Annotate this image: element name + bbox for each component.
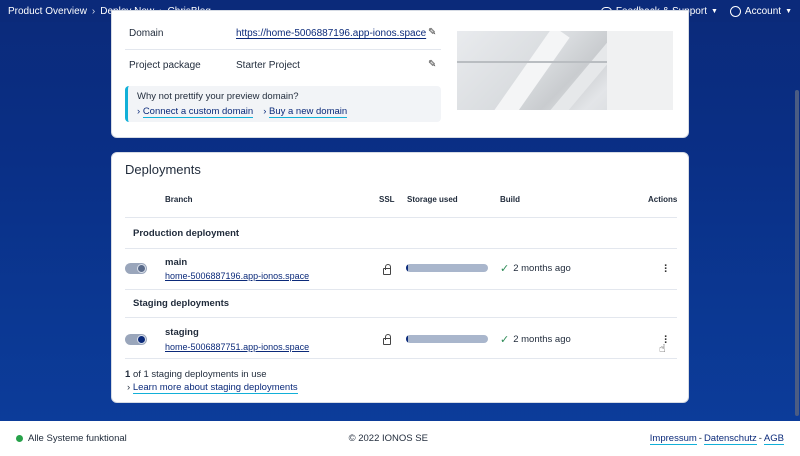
staging-deployments-heading: Staging deployments — [133, 298, 230, 309]
ssl-lock-icon — [383, 334, 391, 345]
column-header-actions: Actions — [648, 195, 678, 204]
deployments-title: Deployments — [125, 162, 201, 177]
footer-bar: Alle Systeme funktional © 2022 IONOS SE … — [0, 421, 800, 456]
breadcrumb-product-overview[interactable]: Product Overview — [8, 6, 87, 17]
row-actions-menu-main[interactable]: · · · — [663, 261, 669, 278]
project-package-label: Project package — [129, 60, 201, 71]
branch-url-staging[interactable]: home-5006887751.app-ionos.space — [165, 342, 309, 352]
branch-url-main[interactable]: home-5006887196.app-ionos.space — [165, 271, 309, 281]
connect-domain-link[interactable]: › Connect a custom domain — [137, 106, 254, 118]
checkmark-icon: ✓ — [500, 263, 510, 275]
chevron-down-icon: ▼ — [710, 7, 718, 15]
deployment-toggle-staging[interactable] — [125, 334, 147, 345]
edit-package-pencil-icon[interactable]: ✎ — [428, 59, 436, 70]
production-deployment-heading: Production deployment — [133, 228, 240, 239]
build-time-main: 2 months ago — [513, 263, 571, 274]
system-status-text: Alle Systeme funktional — [28, 433, 127, 444]
build-time-staging: 2 months ago — [513, 334, 571, 345]
branch-name-staging: staging — [165, 327, 199, 338]
column-header-storage: Storage used — [407, 195, 458, 204]
page-scrollbar[interactable] — [795, 90, 799, 416]
impressum-link[interactable]: Impressum — [649, 433, 697, 445]
branch-name-main: main — [165, 257, 188, 268]
system-status: Alle Systeme funktional — [16, 433, 127, 444]
divider — [125, 49, 441, 50]
project-preview-image — [457, 31, 673, 110]
column-header-build: Build — [500, 195, 520, 204]
promo-title: Why not prettify your preview domain? — [137, 91, 299, 102]
account-label: Account — [744, 5, 782, 17]
legal-links: Impressum - Datenschutz - AGB — [649, 432, 784, 445]
domain-label: Domain — [129, 28, 164, 39]
learn-more-staging-link[interactable]: › Learn more about staging deployments — [127, 382, 298, 394]
copyright-text: © 2022 IONOS SE — [348, 433, 428, 444]
ssl-lock-icon — [383, 264, 391, 275]
hand-cursor-icon: ☝ — [659, 343, 666, 355]
user-icon — [729, 5, 741, 17]
checkmark-icon: ✓ — [500, 334, 510, 346]
deployments-card: Deployments Branch SSL Storage used Buil… — [111, 152, 689, 403]
storage-bar-staging — [406, 335, 488, 343]
divider — [125, 317, 677, 318]
buy-domain-link[interactable]: › Buy a new domain — [263, 106, 348, 118]
domain-link[interactable]: https://home-5006887196.app-ionos.space — [236, 28, 426, 39]
storage-bar-main — [406, 264, 488, 272]
staging-usage-text: 1 of 1 staging deployments in use — [125, 369, 267, 380]
breadcrumb-separator: › — [91, 5, 96, 17]
account-menu[interactable]: Account ▼ — [729, 5, 792, 17]
divider — [125, 248, 677, 249]
project-package-value: Starter Project — [236, 60, 300, 71]
edit-domain-pencil-icon[interactable]: ✎ — [428, 27, 436, 38]
divider — [125, 217, 677, 218]
column-header-branch: Branch — [165, 195, 193, 204]
build-status-staging: ✓ 2 months ago — [500, 333, 571, 346]
datenschutz-link[interactable]: Datenschutz — [703, 433, 757, 445]
divider — [125, 358, 677, 359]
domain-promo-box: Why not prettify your preview domain? › … — [125, 86, 441, 122]
status-ok-dot-icon — [16, 435, 23, 442]
deployment-toggle-main[interactable] — [125, 263, 147, 274]
build-status-main: ✓ 2 months ago — [500, 262, 571, 275]
divider — [125, 289, 677, 290]
column-header-ssl: SSL — [379, 195, 395, 204]
project-details-card: Domain https://home-5006887196.app-ionos… — [111, 10, 689, 138]
agb-link[interactable]: AGB — [763, 433, 784, 445]
chevron-down-icon: ▼ — [785, 7, 792, 15]
